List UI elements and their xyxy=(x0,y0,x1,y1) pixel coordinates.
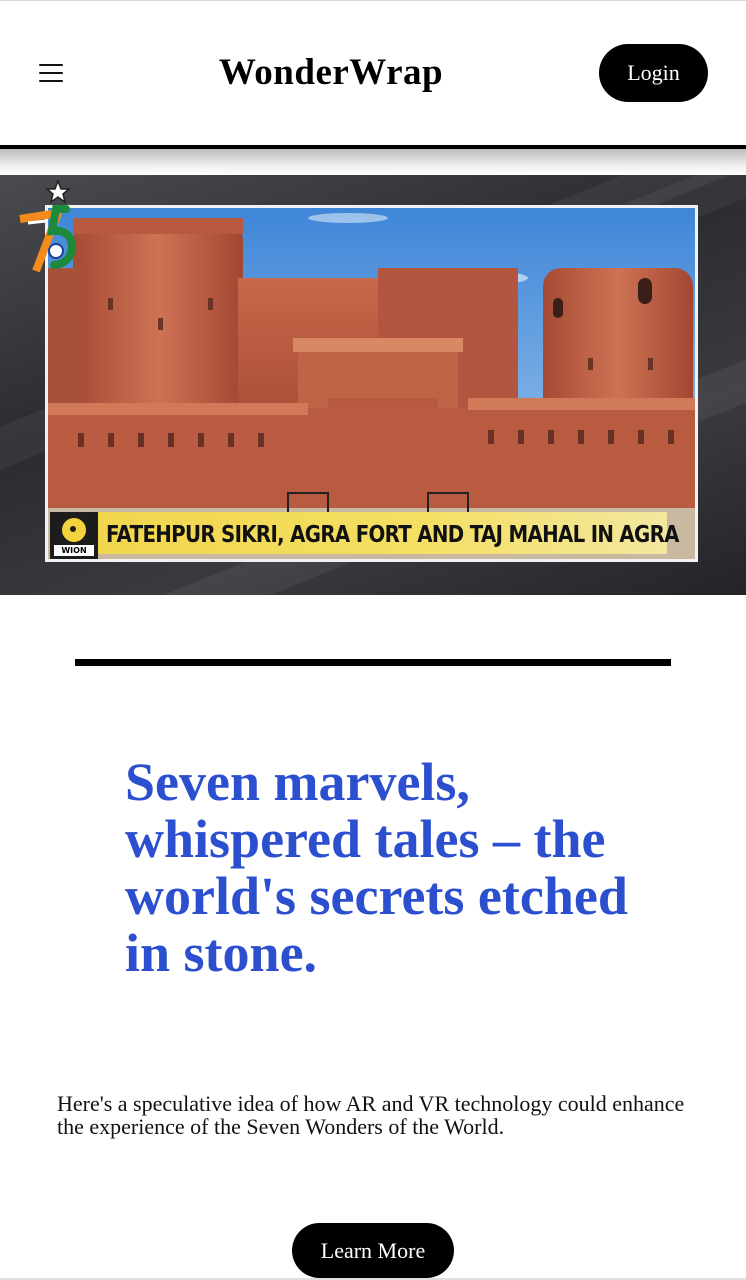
hero-tagline: Seven marvels, whispered tales – the wor… xyxy=(125,752,628,983)
hero-image xyxy=(45,205,698,562)
hero-banner: WION FATEHPUR SIKRI, AGRA FORT AND TAJ M… xyxy=(0,175,746,595)
channel-logo: WION xyxy=(50,512,98,559)
brand-title[interactable]: WonderWrap xyxy=(200,51,462,94)
news-caption-text: FATEHPUR SIKRI, AGRA FORT AND TAJ MAHAL … xyxy=(106,522,679,548)
channel-logo-icon xyxy=(62,518,86,542)
channel-logo-text: WION xyxy=(54,545,94,556)
site-header: WonderWrap Login xyxy=(0,1,746,145)
menu-line xyxy=(39,64,63,66)
learn-more-button[interactable]: Learn More xyxy=(292,1223,454,1278)
intro-description: Here's a speculative idea of how AR and … xyxy=(57,1091,685,1139)
hamburger-menu-icon[interactable] xyxy=(30,56,72,92)
login-button[interactable]: Login xyxy=(599,44,708,102)
agra-fort-illustration xyxy=(48,208,695,559)
header-shadow xyxy=(0,149,746,175)
menu-line xyxy=(39,80,63,82)
menu-line xyxy=(39,72,63,74)
section-divider xyxy=(75,659,671,666)
india-75-badge-icon xyxy=(19,179,77,273)
